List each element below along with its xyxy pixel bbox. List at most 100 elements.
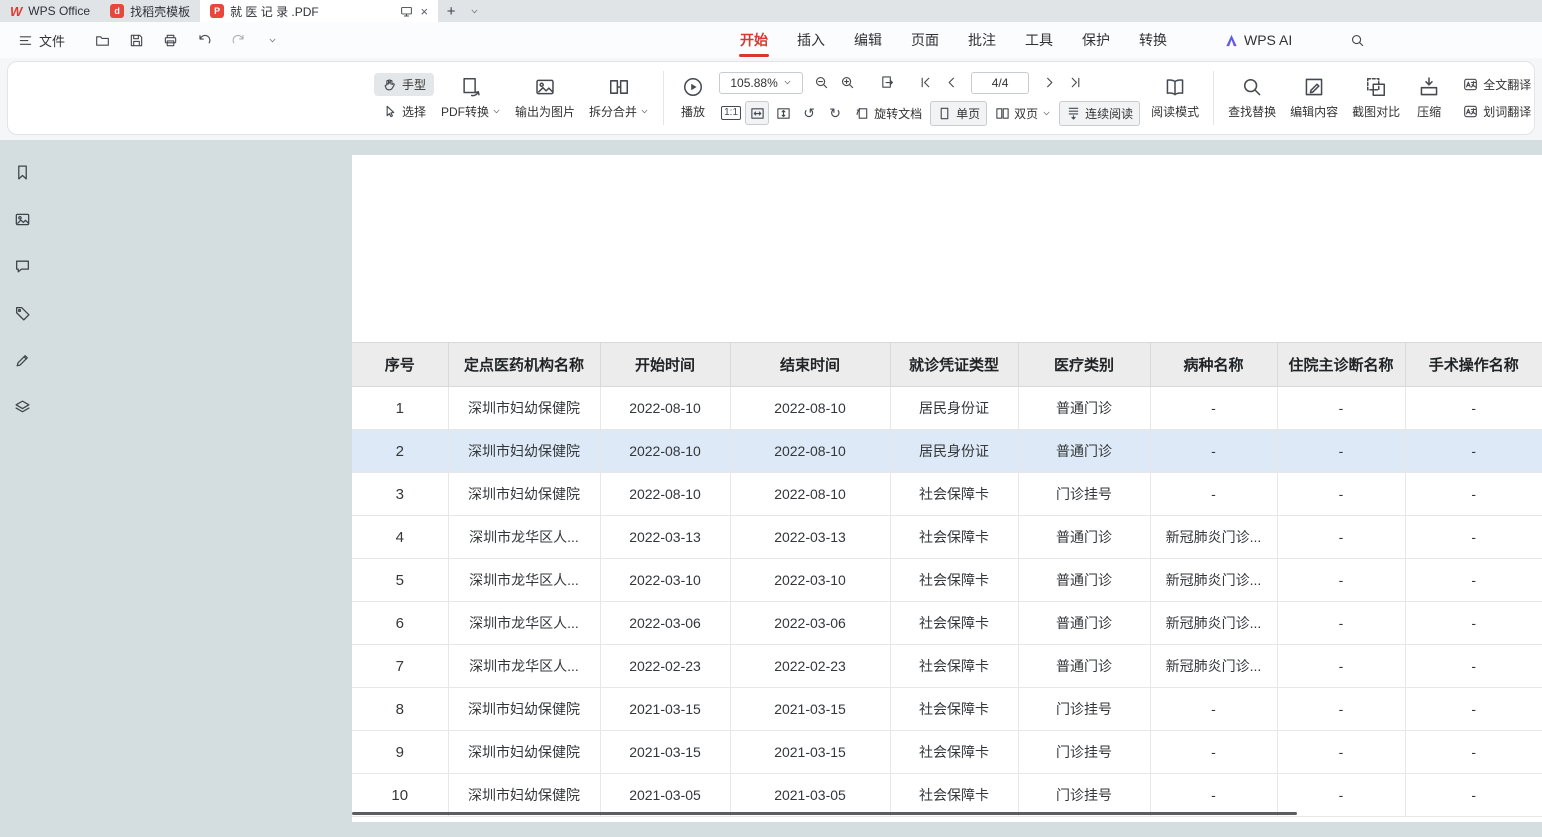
undo-history-dropdown[interactable] bbox=[261, 29, 283, 51]
zoom-out-button[interactable] bbox=[809, 71, 833, 95]
edit-content-button[interactable]: 编辑内容 bbox=[1283, 72, 1345, 124]
thumbnail-panel-button[interactable] bbox=[10, 207, 34, 231]
table-cell: - bbox=[1150, 430, 1277, 473]
page-indicator-input[interactable] bbox=[971, 72, 1029, 94]
attachment-tag-icon bbox=[14, 305, 31, 322]
attachment-panel-button[interactable] bbox=[10, 301, 34, 325]
table-cell: 2022-08-10 bbox=[600, 387, 730, 430]
single-page-button[interactable]: 单页 bbox=[930, 101, 987, 126]
table-cell: 1 bbox=[352, 387, 448, 430]
continuous-reading-button[interactable]: 连续阅读 bbox=[1059, 101, 1140, 126]
fit-page-button[interactable] bbox=[771, 101, 795, 125]
menu-tab-edit[interactable]: 编辑 bbox=[854, 22, 882, 58]
save-button[interactable] bbox=[125, 29, 147, 51]
comment-panel-button[interactable] bbox=[10, 254, 34, 278]
annotation-panel-button[interactable] bbox=[10, 348, 34, 372]
window-tab-bar: W WPS Office d 找稻壳模板 P 就 医 记 录 .PDF × + bbox=[0, 0, 1542, 22]
menu-tab-convert[interactable]: 转换 bbox=[1139, 22, 1167, 58]
table-row[interactable]: 5深圳市龙华区人...2022-03-102022-03-10社会保障卡普通门诊… bbox=[352, 559, 1542, 602]
prev-page-button[interactable] bbox=[939, 71, 963, 95]
last-page-button[interactable] bbox=[1063, 71, 1087, 95]
print-button[interactable] bbox=[159, 29, 181, 51]
menu-tab-protect[interactable]: 保护 bbox=[1082, 22, 1110, 58]
word-translate-icon bbox=[1463, 104, 1478, 119]
table-cell: 2022-02-23 bbox=[730, 645, 890, 688]
edit-content-label: 编辑内容 bbox=[1290, 103, 1338, 120]
actual-size-button[interactable]: 1:1 bbox=[719, 101, 743, 125]
tab-document-active[interactable]: P 就 医 记 录 .PDF × bbox=[200, 0, 438, 22]
split-merge-button[interactable]: 拆分合并 bbox=[582, 72, 656, 124]
horizontal-scrollbar[interactable] bbox=[352, 812, 1297, 815]
table-row[interactable]: 8深圳市妇幼保健院2021-03-152021-03-15社会保障卡门诊挂号--… bbox=[352, 688, 1542, 731]
continuous-reading-icon bbox=[1066, 106, 1081, 121]
pdf-file-icon: P bbox=[210, 4, 224, 18]
table-row[interactable]: 10深圳市妇幼保健院2021-03-052021-03-05社会保障卡门诊挂号-… bbox=[352, 774, 1542, 817]
table-cell: 深圳市龙华区人... bbox=[448, 516, 600, 559]
screenshot-compare-button[interactable]: 截图对比 bbox=[1345, 72, 1407, 124]
printer-icon bbox=[163, 33, 178, 48]
menu-tab-insert[interactable]: 插入 bbox=[797, 22, 825, 58]
file-menu-label: 文件 bbox=[39, 31, 65, 50]
close-tab-icon[interactable]: × bbox=[421, 5, 429, 18]
hand-icon bbox=[382, 77, 397, 92]
table-cell: 新冠肺炎门诊... bbox=[1150, 559, 1277, 602]
annotation-pen-icon bbox=[14, 352, 31, 369]
find-replace-button[interactable]: 查找替换 bbox=[1221, 72, 1283, 124]
document-canvas[interactable]: 序号定点医药机构名称开始时间结束时间就诊凭证类型医疗类别病种名称住院主诊断名称手… bbox=[44, 140, 1542, 837]
table-cell: - bbox=[1277, 774, 1405, 817]
menu-tab-tools[interactable]: 工具 bbox=[1025, 22, 1053, 58]
menu-tab-comment[interactable]: 批注 bbox=[968, 22, 996, 58]
select-tool-button[interactable]: 选择 bbox=[374, 100, 434, 123]
thumbnail-panel-icon bbox=[14, 211, 31, 228]
table-cell: 社会保障卡 bbox=[890, 731, 1018, 774]
menu-tab-home[interactable]: 开始 bbox=[740, 22, 768, 58]
table-row[interactable]: 6深圳市龙华区人...2022-03-062022-03-06社会保障卡普通门诊… bbox=[352, 602, 1542, 645]
bookmark-panel-button[interactable] bbox=[10, 160, 34, 184]
layers-panel-button[interactable] bbox=[10, 395, 34, 419]
rotate-left-button[interactable]: ↺ bbox=[797, 101, 821, 125]
play-button[interactable]: 播放 bbox=[671, 72, 715, 124]
wps-ai-button[interactable]: WPS AI bbox=[1224, 32, 1292, 48]
full-translate-button[interactable]: 全文翻译 bbox=[1455, 73, 1535, 96]
rotate-document-button[interactable]: 旋转文档 bbox=[849, 102, 928, 125]
tab-list-dropdown-icon[interactable] bbox=[464, 0, 484, 22]
zoom-level-select[interactable]: 105.88% bbox=[719, 72, 803, 94]
table-row[interactable]: 2深圳市妇幼保健院2022-08-102022-08-10居民身份证普通门诊--… bbox=[352, 430, 1542, 473]
new-tab-button[interactable]: + bbox=[438, 0, 464, 22]
rotate-right-button[interactable]: ↻ bbox=[823, 101, 847, 125]
tab-docer-templates[interactable]: d 找稻壳模板 bbox=[100, 0, 200, 22]
export-image-button[interactable]: 输出为图片 bbox=[508, 72, 582, 124]
zoom-in-button[interactable] bbox=[835, 71, 859, 95]
chevron-down-icon bbox=[268, 36, 277, 45]
word-translate-button[interactable]: 划词翻译 bbox=[1455, 100, 1535, 123]
undo-button[interactable] bbox=[193, 29, 215, 51]
compress-button[interactable]: 压缩 bbox=[1407, 72, 1451, 124]
open-file-button[interactable] bbox=[91, 29, 113, 51]
pdf-convert-button[interactable]: PDF转换 bbox=[434, 72, 508, 124]
first-page-button[interactable] bbox=[913, 71, 937, 95]
table-row[interactable]: 9深圳市妇幼保健院2021-03-152021-03-15社会保障卡门诊挂号--… bbox=[352, 731, 1542, 774]
table-cell: - bbox=[1277, 387, 1405, 430]
table-row[interactable]: 1深圳市妇幼保健院2022-08-102022-08-10居民身份证普通门诊--… bbox=[352, 387, 1542, 430]
tab-label: 就 医 记 录 .PDF bbox=[230, 3, 319, 20]
double-page-button[interactable]: 双页 bbox=[989, 102, 1057, 125]
table-cell: 深圳市妇幼保健院 bbox=[448, 688, 600, 731]
table-cell: 社会保障卡 bbox=[890, 473, 1018, 516]
table-cell: 2022-08-10 bbox=[600, 473, 730, 516]
next-page-button[interactable] bbox=[1037, 71, 1061, 95]
file-menu-button[interactable]: 文件 bbox=[10, 27, 73, 54]
table-row[interactable]: 4深圳市龙华区人...2022-03-132022-03-13社会保障卡普通门诊… bbox=[352, 516, 1542, 559]
monitor-icon[interactable] bbox=[400, 5, 413, 18]
table-cell: 普通门诊 bbox=[1018, 559, 1150, 602]
hand-tool-button[interactable]: 手型 bbox=[374, 73, 434, 96]
page-jump-button[interactable] bbox=[875, 71, 899, 95]
search-button[interactable] bbox=[1345, 28, 1369, 52]
fit-width-button[interactable] bbox=[745, 101, 769, 125]
redo-button[interactable] bbox=[227, 29, 249, 51]
table-row[interactable]: 7深圳市龙华区人...2022-02-232022-02-23社会保障卡普通门诊… bbox=[352, 645, 1542, 688]
toolbar-divider bbox=[1213, 71, 1214, 125]
menu-tab-page[interactable]: 页面 bbox=[911, 22, 939, 58]
tab-wps-office[interactable]: W WPS Office bbox=[0, 0, 100, 22]
table-row[interactable]: 3深圳市妇幼保健院2022-08-102022-08-10社会保障卡门诊挂号--… bbox=[352, 473, 1542, 516]
reading-mode-button[interactable]: 阅读模式 bbox=[1144, 72, 1206, 124]
